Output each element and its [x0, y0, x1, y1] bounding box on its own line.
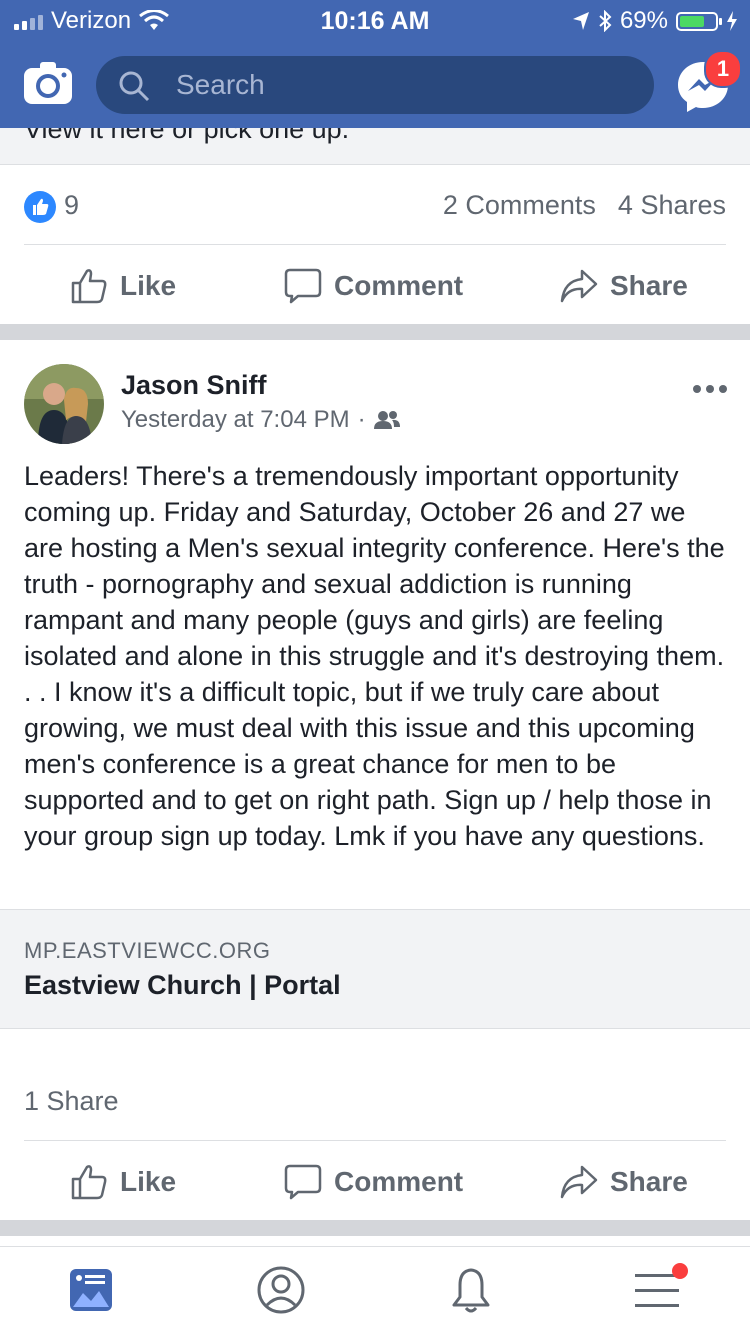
like-button[interactable]: Like — [70, 246, 176, 326]
link-domain: MP.EASTVIEWCC.ORG — [24, 938, 271, 963]
share-count[interactable]: 4 Shares — [618, 190, 726, 221]
comment-label: Comment — [334, 1166, 464, 1197]
bottom-tab-bar — [0, 1246, 750, 1334]
share-icon — [560, 269, 598, 303]
menu-notification-dot — [672, 1263, 688, 1279]
comment-label: Comment — [334, 270, 464, 301]
share-icon — [560, 1165, 598, 1199]
post-text: Leaders! There's a tremendously importan… — [24, 461, 725, 851]
like-button[interactable]: Like — [70, 1142, 176, 1222]
profile-icon[interactable] — [256, 1265, 306, 1315]
post-meta: Yesterday at 7:04 PM · — [121, 406, 400, 434]
group-icon — [373, 411, 400, 429]
post-share-count[interactable]: 1 Share — [24, 1086, 119, 1117]
comment-button[interactable]: Comment — [284, 246, 463, 326]
post-actions: Like Comment Share — [0, 1142, 750, 1222]
share-label: Share — [610, 270, 688, 301]
thumbs-up-icon — [71, 269, 107, 304]
search-icon — [119, 71, 150, 102]
camera-icon[interactable] — [24, 62, 72, 104]
post-timestamp[interactable]: Yesterday at 7:04 PM — [121, 406, 350, 434]
previous-link-text: View it here or pick one up. — [24, 128, 350, 144]
feed-divider — [0, 1220, 750, 1236]
meta-separator: · — [357, 406, 366, 433]
previous-post-counts: 9 2 Comments 4 Shares — [24, 166, 726, 245]
feed-divider — [0, 324, 750, 340]
link-preview[interactable]: MP.EASTVIEWCC.ORG Eastview Church | Port… — [0, 909, 750, 1029]
like-count[interactable]: 9 — [64, 190, 79, 221]
share-button[interactable]: Share — [560, 246, 688, 326]
author-name[interactable]: Jason Sniff — [121, 370, 267, 401]
news-feed-icon[interactable] — [66, 1265, 116, 1315]
notifications-icon[interactable] — [446, 1265, 496, 1315]
link-title: Eastview Church | Portal — [24, 970, 341, 1000]
comment-count[interactable]: 2 Comments — [443, 190, 596, 221]
share-label: Share — [610, 1166, 688, 1197]
previous-link-preview[interactable]: View it here or pick one up. — [0, 128, 750, 165]
share-button[interactable]: Share — [560, 1142, 688, 1222]
divider-line — [24, 1140, 726, 1141]
bluetooth-icon — [599, 10, 612, 32]
previous-post-actions: Like Comment Share — [0, 246, 750, 326]
avatar[interactable] — [24, 364, 104, 444]
messenger-badge: 1 — [704, 50, 742, 88]
status-bar: Verizon 10:16 AM 69% — [0, 0, 750, 42]
like-reaction-icon — [24, 191, 56, 223]
more-options-icon[interactable] — [692, 384, 728, 394]
charging-icon — [727, 11, 737, 31]
battery-percent: 69% — [619, 7, 668, 34]
search-bar[interactable]: Search — [96, 56, 654, 114]
top-bar: Verizon 10:16 AM 69% Search 1 — [0, 0, 750, 128]
battery-icon — [676, 11, 722, 31]
like-label: Like — [120, 1166, 177, 1197]
like-label: Like — [120, 270, 177, 301]
comment-button[interactable]: Comment — [284, 1142, 463, 1222]
comment-icon — [284, 1164, 322, 1200]
location-icon — [572, 12, 589, 30]
thumbs-up-icon — [71, 1165, 107, 1200]
search-input[interactable]: Search — [176, 69, 265, 101]
comment-icon — [284, 268, 322, 304]
